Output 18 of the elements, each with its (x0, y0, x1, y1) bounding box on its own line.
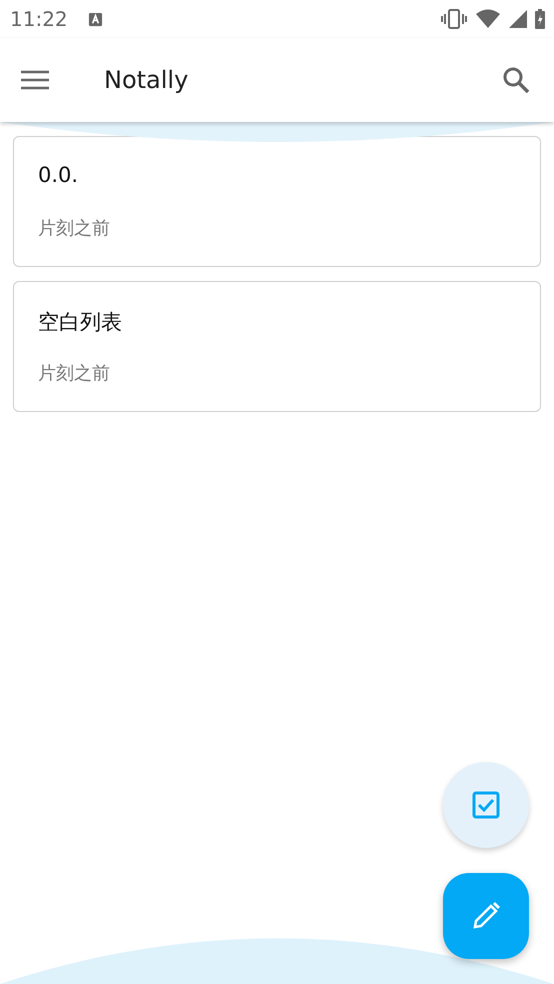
battery-icon (535, 9, 545, 29)
pencil-icon (471, 901, 501, 931)
checkbox-icon (472, 791, 500, 819)
note-title: 空白列表 (38, 309, 122, 336)
vibrate-icon (441, 9, 467, 29)
new-list-button[interactable] (443, 762, 529, 848)
menu-icon (20, 70, 50, 90)
note-time: 片刻之前 (38, 217, 110, 240)
search-icon (502, 66, 530, 94)
notification-icon (88, 12, 103, 26)
wifi-icon (475, 9, 501, 29)
status-time: 11:22 (10, 7, 68, 31)
app-title: Notally (104, 66, 188, 94)
new-note-button[interactable] (443, 873, 529, 959)
note-title: 0.0. (38, 163, 78, 187)
note-card[interactable]: 空白列表 片刻之前 (13, 281, 541, 412)
note-time: 片刻之前 (38, 362, 110, 385)
signal-icon (509, 10, 527, 28)
